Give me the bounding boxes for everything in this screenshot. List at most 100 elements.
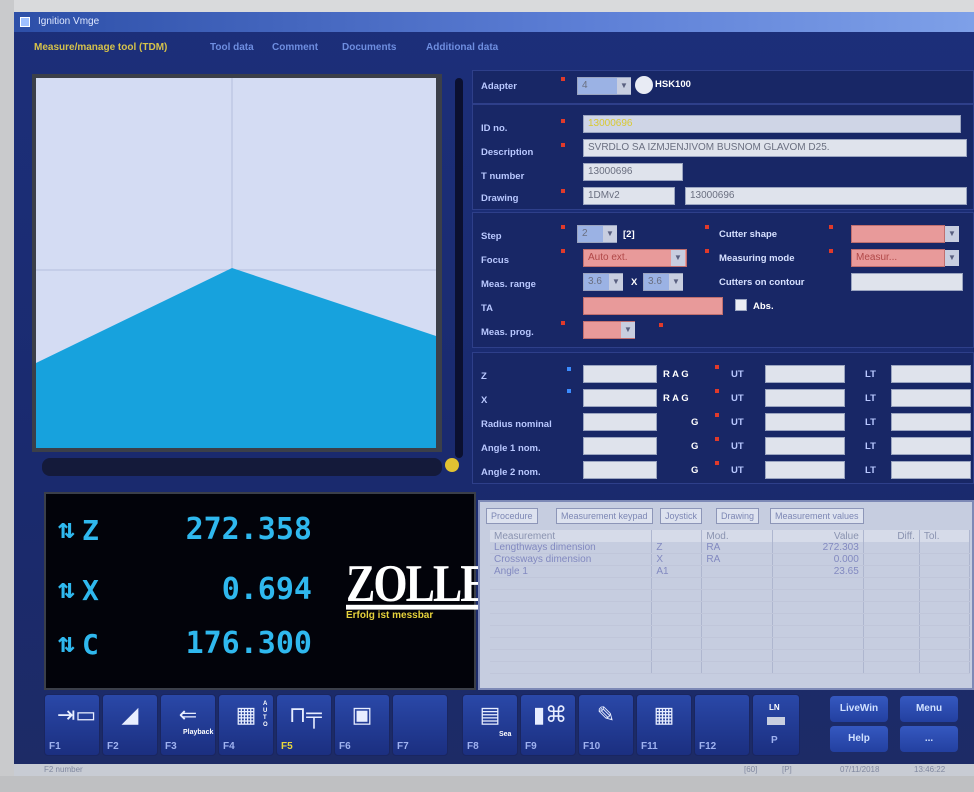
abs-checkbox[interactable] [735, 299, 747, 311]
status-bar: F2 number [60] [P] 07/11/2018 13:46:22 [14, 764, 974, 776]
edit-grid-icon: ▦ [653, 702, 675, 727]
status-time: 13:46:22 [914, 765, 946, 774]
zoom-knob-icon[interactable] [445, 458, 459, 472]
drawing-field-1[interactable]: 1DMv2 [583, 187, 675, 205]
id-number-field[interactable]: 13000696 [583, 115, 961, 133]
monitor-bezel-left [0, 0, 14, 792]
step-dropdown-icon[interactable]: ▼ [603, 226, 617, 242]
f4-button[interactable]: ▦ AUTO F4 [218, 694, 274, 756]
ruler-icon: ◢ [121, 702, 139, 727]
f10-label: F10 [583, 741, 601, 752]
tol-nominal-field[interactable] [583, 437, 657, 455]
required-marker-icon [561, 189, 565, 193]
focus-dropdown-icon[interactable]: ▼ [671, 250, 685, 266]
units-button[interactable]: LN P [752, 694, 800, 756]
livewin-button[interactable]: LiveWin [830, 696, 888, 722]
f9-button[interactable]: ▮⌘ F9 [520, 694, 576, 756]
f7-button[interactable]: F7 [392, 694, 448, 756]
table-row[interactable] [490, 613, 971, 626]
f10-button[interactable]: ✎ F10 [578, 694, 634, 756]
meas-prog-label: Meas. prog. [481, 327, 534, 338]
f6-button[interactable]: ▣ F6 [334, 694, 390, 756]
tab-additional-data[interactable]: Additional data [426, 42, 498, 53]
ut-field[interactable] [765, 365, 845, 383]
tab-documents[interactable]: Documents [342, 42, 396, 53]
step-label: Step [481, 231, 502, 242]
f11-button[interactable]: ▦ F11 [636, 694, 692, 756]
drawing-field-2[interactable]: 13000696 [685, 187, 967, 205]
cutters-on-contour-field[interactable] [851, 273, 963, 291]
menu-button[interactable]: Menu [900, 696, 958, 722]
tol-nominal-field[interactable] [583, 413, 657, 431]
meas-prog-dropdown-icon[interactable]: ▼ [621, 322, 635, 338]
help-button[interactable]: Help [830, 726, 888, 752]
required-marker-icon [829, 225, 833, 229]
ut-label: UT [731, 393, 744, 404]
c-axis-value: 176.300 [185, 626, 312, 661]
f12-button[interactable]: F12 [694, 694, 750, 756]
table-row[interactable] [490, 649, 971, 662]
lt-label: LT [865, 393, 876, 404]
tools-icon: ▮⌘ [533, 702, 568, 727]
graph-horizontal-slider[interactable] [42, 458, 442, 476]
tool-holder-icon: ⊓╤ [289, 702, 322, 727]
id-label: ID no. [481, 123, 508, 134]
tab-joystick[interactable]: Joystick [660, 508, 703, 524]
table-row[interactable] [490, 577, 971, 590]
table-row[interactable]: Angle 1 A1 23.65 [490, 565, 971, 578]
lt-field[interactable] [891, 461, 971, 479]
tab-tool-data[interactable]: Tool data [210, 42, 254, 53]
tab-drawing[interactable]: Drawing [716, 508, 760, 524]
required-marker-icon [561, 77, 565, 81]
table-row[interactable] [490, 661, 971, 674]
tab-measurement-values[interactable]: Measurement values [770, 508, 864, 524]
adapter-dropdown-icon[interactable]: ▼ [617, 78, 631, 94]
cell: 272.303 [772, 542, 864, 554]
cell: Z [651, 542, 703, 554]
tab-measurement-keypad[interactable]: Measurement keypad [556, 508, 653, 524]
tab-procedure[interactable]: Procedure [486, 508, 538, 524]
ut-field[interactable] [765, 413, 845, 431]
tool-profile-view[interactable] [36, 78, 436, 448]
ut-field[interactable] [765, 437, 845, 455]
description-field[interactable]: SVRDLO SA IZMJENJIVOM BUSNOM GLAVOM D25. [583, 139, 967, 157]
t-number-field[interactable]: 13000696 [583, 163, 683, 181]
lt-field[interactable] [891, 365, 971, 383]
graph-vertical-slider[interactable] [455, 78, 463, 458]
table-row[interactable] [490, 601, 971, 614]
f1-label: F1 [49, 741, 61, 752]
table-row[interactable] [490, 625, 971, 638]
lt-label: LT [865, 417, 876, 428]
tol-nominal-field[interactable] [583, 461, 657, 479]
ut-field[interactable] [765, 461, 845, 479]
ut-field[interactable] [765, 389, 845, 407]
cell [919, 565, 971, 578]
cutter-shape-select[interactable] [851, 225, 945, 243]
f2-button[interactable]: ◢ F2 [102, 694, 158, 756]
f3-button[interactable]: ⇐ Playback F3 [160, 694, 216, 756]
range-x-dropdown-icon[interactable]: ▼ [609, 274, 623, 290]
more-button[interactable]: ... [900, 726, 958, 752]
tab-comment[interactable]: Comment [272, 42, 318, 53]
table-row[interactable]: Crossways dimension X RA 0.000 [490, 553, 971, 566]
lt-field[interactable] [891, 413, 971, 431]
tol-nominal-field[interactable] [583, 365, 657, 383]
lt-field[interactable] [891, 437, 971, 455]
table-row[interactable]: Lengthways dimension Z RA 272.303 [490, 542, 971, 554]
range-y-dropdown-icon[interactable]: ▼ [669, 274, 683, 290]
measuring-mode-select[interactable]: Measur... [851, 249, 945, 267]
table-row[interactable] [490, 637, 971, 650]
tol-mode: R A G [663, 393, 689, 404]
f1-button[interactable]: ⇥▭ F1 [44, 694, 100, 756]
f5-button[interactable]: ⊓╤ F5 [276, 694, 332, 756]
cutter-shape-dropdown-icon[interactable]: ▼ [945, 226, 959, 242]
ta-field[interactable] [583, 297, 723, 315]
lt-field[interactable] [891, 389, 971, 407]
table-row[interactable] [490, 589, 971, 602]
tab-measure-manage[interactable]: Measure/manage tool (TDM) [34, 42, 167, 53]
f8-button[interactable]: ▤ Sea F8 [462, 694, 518, 756]
f4-label: F4 [223, 741, 235, 752]
tol-nominal-field[interactable] [583, 389, 657, 407]
measuring-mode-dropdown-icon[interactable]: ▼ [945, 250, 959, 266]
required-marker-icon [561, 321, 565, 325]
